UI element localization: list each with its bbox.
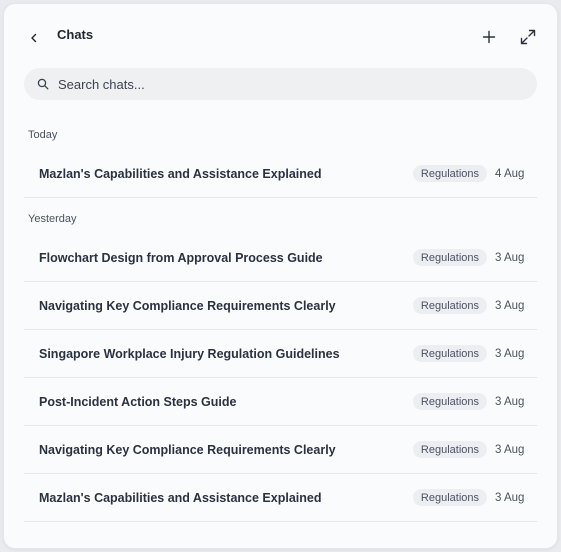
chat-date: 3 Aug — [495, 251, 525, 264]
chat-date: 3 Aug — [495, 491, 525, 504]
chats-header: Chats — [4, 4, 557, 68]
chat-title: Mazlan's Capabilities and Assistance Exp… — [39, 490, 322, 505]
page-title: Chats — [57, 27, 94, 42]
category-tag: Regulations — [412, 165, 487, 182]
search-bar — [24, 68, 537, 100]
chat-row[interactable]: Mazlan's Capabilities and Assistance Exp… — [24, 150, 537, 198]
expand-icon — [520, 29, 536, 45]
group-label-yesterday: Yesterday — [28, 213, 77, 225]
chat-row[interactable]: Navigating Key Compliance Requirements C… — [24, 426, 537, 474]
chevron-left-icon — [31, 33, 37, 43]
category-tag: Regulations — [412, 441, 487, 458]
chat-row[interactable]: Navigating Key Compliance Requirements C… — [24, 282, 537, 330]
chat-title: Singapore Workplace Injury Regulation Gu… — [39, 346, 340, 361]
chat-date: 3 Aug — [495, 347, 525, 360]
chat-date: 3 Aug — [495, 395, 525, 408]
search-icon — [36, 77, 50, 91]
expand-button[interactable] — [517, 26, 539, 48]
chat-title: Navigating Key Compliance Requirements C… — [39, 298, 336, 313]
back-button[interactable] — [24, 28, 44, 48]
chat-row[interactable]: Singapore Workplace Injury Regulation Gu… — [24, 330, 537, 378]
search-input[interactable] — [58, 76, 498, 92]
chat-title: Post-Incident Action Steps Guide — [39, 394, 237, 409]
chat-title: Mazlan's Capabilities and Assistance Exp… — [39, 166, 322, 181]
chat-row[interactable]: Post-Incident Action Steps Guide Regulat… — [24, 378, 537, 426]
chats-panel: Chats Today Mazlan's Capabilities and As… — [3, 3, 558, 549]
chat-title: Flowchart Design from Approval Process G… — [39, 250, 323, 265]
chat-title: Navigating Key Compliance Requirements C… — [39, 442, 336, 457]
category-tag: Regulations — [412, 297, 487, 314]
category-tag: Regulations — [412, 393, 487, 410]
chat-date: 3 Aug — [495, 443, 525, 456]
chat-date: 4 Aug — [495, 167, 525, 180]
chat-row[interactable]: Flowchart Design from Approval Process G… — [24, 234, 537, 282]
category-tag: Regulations — [412, 489, 487, 506]
chat-row[interactable]: Mazlan's Capabilities and Assistance Exp… — [24, 474, 537, 522]
category-tag: Regulations — [412, 345, 487, 362]
group-label-today: Today — [28, 129, 58, 141]
new-chat-button[interactable] — [478, 26, 500, 48]
category-tag: Regulations — [412, 249, 487, 266]
chat-date: 3 Aug — [495, 299, 525, 312]
plus-icon — [482, 30, 496, 44]
